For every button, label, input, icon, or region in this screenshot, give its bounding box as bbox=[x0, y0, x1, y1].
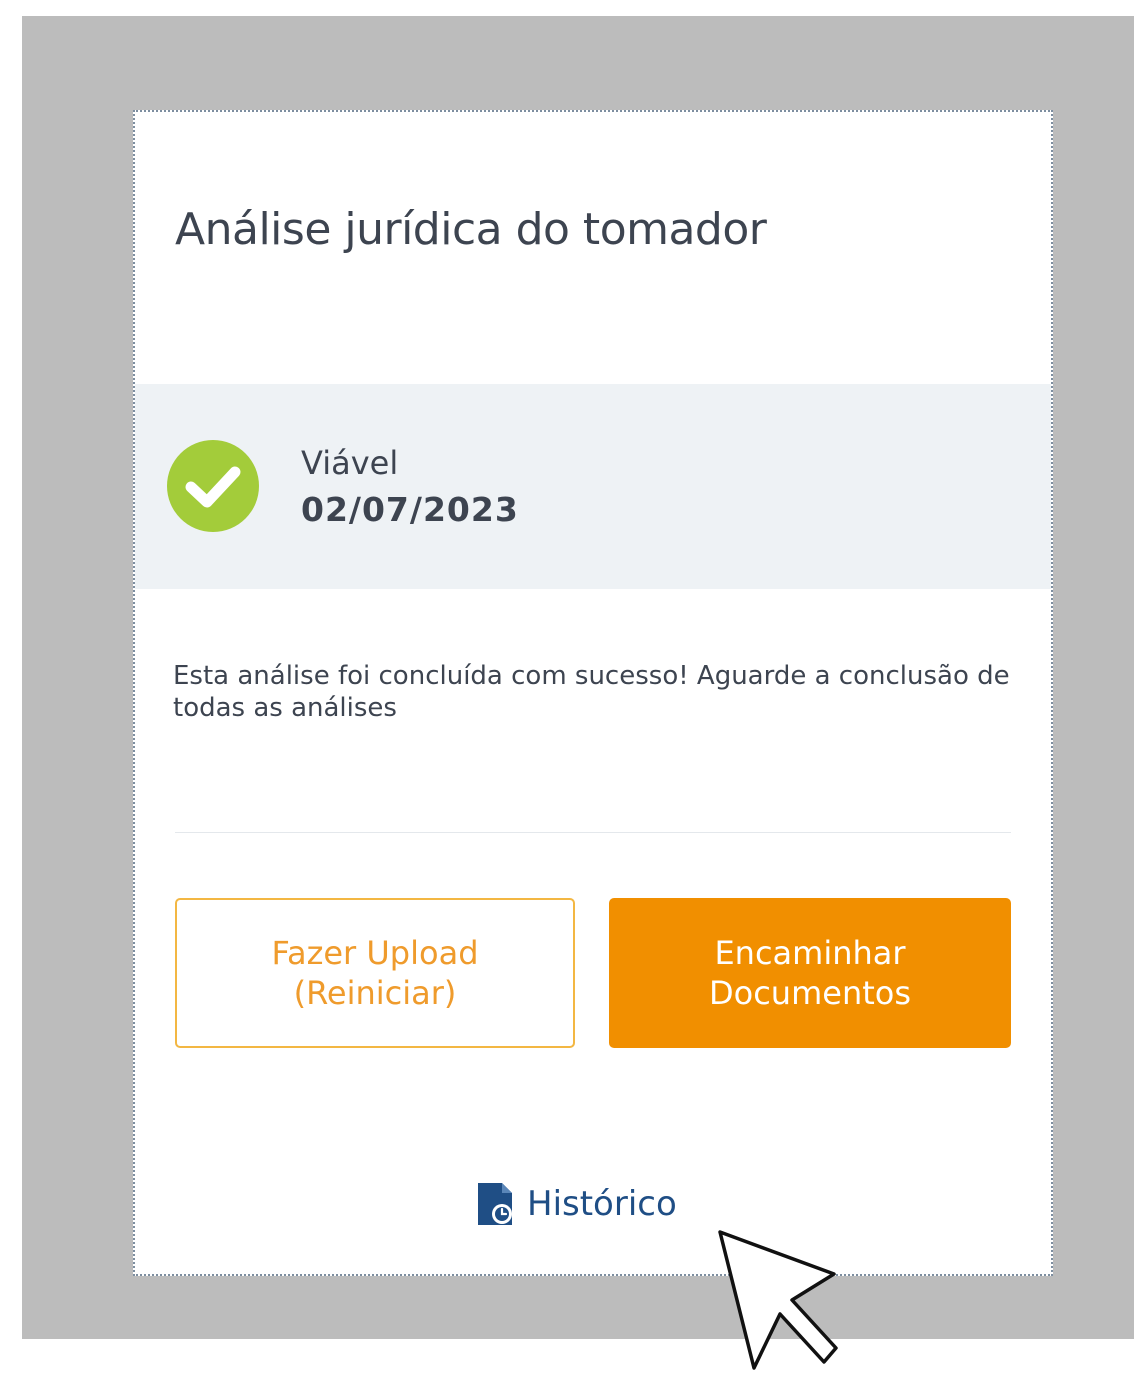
divider bbox=[175, 832, 1011, 833]
check-circle-icon bbox=[167, 440, 259, 532]
upload-button-label-line2: (Reiniciar) bbox=[293, 974, 457, 1012]
forward-documents-button[interactable]: Encaminhar Documentos bbox=[609, 898, 1011, 1048]
mouse-pointer-icon bbox=[718, 1230, 838, 1370]
upload-button-label-line1: Fazer Upload bbox=[271, 934, 479, 972]
status-date: 02/07/2023 bbox=[301, 490, 519, 529]
status-message: Esta análise foi concluída com sucesso! … bbox=[173, 661, 1010, 723]
analysis-card: Análise jurídica do tomador Viável 02/07… bbox=[133, 110, 1053, 1276]
status-panel: Viável 02/07/2023 bbox=[135, 384, 1051, 589]
status-label: Viável bbox=[301, 444, 399, 482]
forward-button-label-line2: Documentos bbox=[708, 974, 912, 1012]
history-document-icon bbox=[478, 1183, 512, 1225]
card-title: Análise jurídica do tomador bbox=[175, 204, 767, 255]
history-link[interactable]: Histórico bbox=[475, 1182, 677, 1226]
forward-button-label-line1: Encaminhar bbox=[714, 934, 906, 972]
history-label: Histórico bbox=[527, 1184, 677, 1224]
upload-restart-button[interactable]: Fazer Upload (Reiniciar) bbox=[175, 898, 575, 1048]
